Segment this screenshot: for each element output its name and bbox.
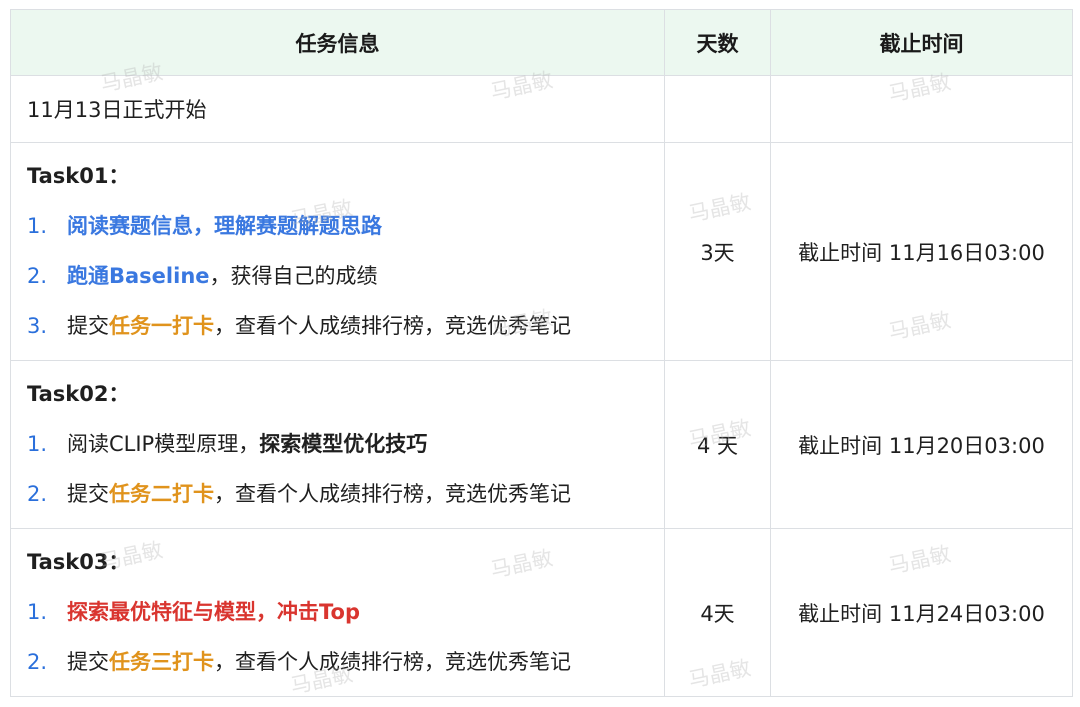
table-row-start: 11月13日正式开始 — [10, 75, 1073, 143]
task02-title: Task02： — [27, 382, 130, 406]
task02-days: 4 天 — [664, 360, 771, 529]
task01-item-2: 2. 跑通Baseline，获得自己的成绩 — [27, 264, 378, 288]
task01-deadline: 截止时间 11月16日03:00 — [770, 142, 1073, 361]
start-days — [664, 75, 771, 143]
task01-item-3: 3. 提交任务一打卡，查看个人成绩排行榜，竞选优秀笔记 — [27, 314, 571, 338]
task01-days: 3天 — [664, 142, 771, 361]
header-days: 天数 — [664, 9, 771, 76]
task01-title: Task01： — [27, 164, 130, 188]
table-row-task03: Task03： 1. 探索最优特征与模型，冲击Top 2. 提交任务三打卡，查看个人… — [10, 528, 1073, 697]
task03-title: Task03： — [27, 550, 130, 574]
header-task-info: 任务信息 — [10, 9, 665, 76]
start-deadline — [770, 75, 1073, 143]
task02-item-1: 1. 阅读CLIP模型原理，探索模型优化技巧 — [27, 432, 428, 456]
task03-item-1: 1. 探索最优特征与模型，冲击Top — [27, 600, 360, 624]
start-info: 11月13日正式开始 — [10, 75, 665, 143]
task01-item-1: 1. 阅读赛题信息，理解赛题解题思路 — [27, 214, 382, 238]
task02-deadline: 截止时间 11月20日03:00 — [770, 360, 1073, 529]
task03-deadline: 截止时间 11月24日03:00 — [770, 528, 1073, 697]
table-row-task01: Task01： 1. 阅读赛题信息，理解赛题解题思路 2. 跑通Baseline，获… — [10, 142, 1073, 361]
task03-info: Task03： 1. 探索最优特征与模型，冲击Top 2. 提交任务三打卡，查看个人… — [10, 528, 665, 697]
task03-item-2: 2. 提交任务三打卡，查看个人成绩排行榜，竞选优秀笔记 — [27, 650, 571, 674]
task02-item-2: 2. 提交任务二打卡，查看个人成绩排行榜，竞选优秀笔记 — [27, 482, 571, 506]
task02-info: Task02： 1. 阅读CLIP模型原理，探索模型优化技巧 2. 提交任务二打卡，… — [10, 360, 665, 529]
task-schedule-table: 任务信息 天数 截止时间 11月13日正式开始 Task01： 1. 阅读赛题信息… — [10, 9, 1073, 697]
header-row: 任务信息 天数 截止时间 — [10, 9, 1073, 76]
task01-info: Task01： 1. 阅读赛题信息，理解赛题解题思路 2. 跑通Baseline，获… — [10, 142, 665, 361]
table-row-task02: Task02： 1. 阅读CLIP模型原理，探索模型优化技巧 2. 提交任务二打卡，… — [10, 360, 1073, 529]
task03-days: 4天 — [664, 528, 771, 697]
header-deadline: 截止时间 — [770, 9, 1073, 76]
